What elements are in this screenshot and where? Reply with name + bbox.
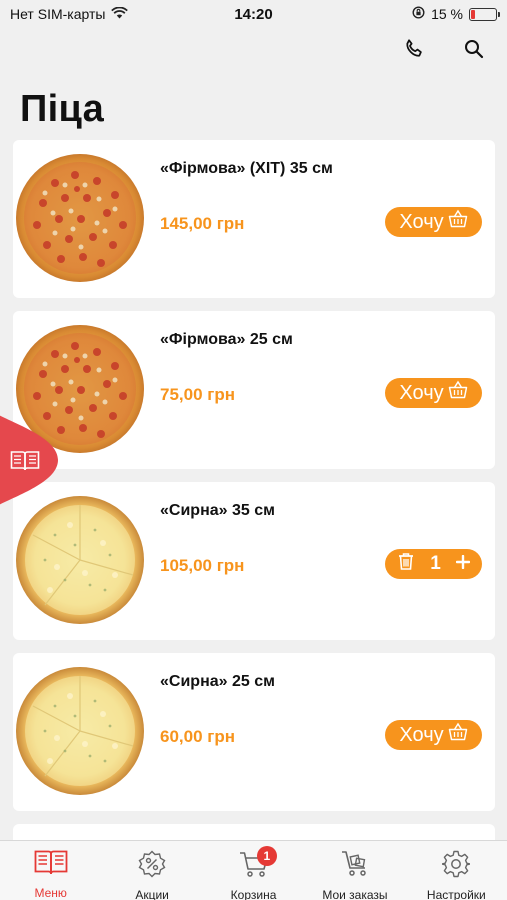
product-name: «Фірмова» (ХІТ) 35 см xyxy=(160,160,333,177)
cart-badge: 1 xyxy=(256,846,277,866)
product-price: 75,00 грн xyxy=(160,385,235,404)
quantity-stepper: 1 xyxy=(385,549,482,579)
product-card[interactable]: «Фірмова» 25 см 75,00 грн Хочу xyxy=(13,311,495,469)
tab-promotions[interactable]: Акции xyxy=(101,841,202,900)
want-button[interactable]: Хочу xyxy=(385,207,482,237)
phone-icon xyxy=(403,38,425,65)
status-bar: Нет SIM-карты 14:20 15 % xyxy=(0,0,507,30)
battery-level xyxy=(471,9,475,19)
battery-icon xyxy=(469,7,500,21)
want-button-label: Хочу xyxy=(399,210,444,233)
tab-label: Меню xyxy=(34,886,67,900)
basket-icon xyxy=(448,380,468,406)
tab-my-orders[interactable]: Мои заказы xyxy=(304,841,405,900)
product-list: «Фірмова» (ХІТ) 35 см 145,00 грн Хочу «Ф… xyxy=(13,140,495,877)
remove-button[interactable] xyxy=(397,551,415,577)
product-card[interactable]: «Сирна» 25 см 60,00 грн Хочу xyxy=(13,653,495,811)
product-name: «Фірмова» 25 см xyxy=(160,331,293,348)
quantity-value: 1 xyxy=(430,553,441,574)
product-card[interactable]: «Сирна» 35 см 105,00 грн 1 xyxy=(13,482,495,640)
search-button[interactable] xyxy=(461,38,487,64)
top-actions xyxy=(401,38,487,64)
status-right: 15 % xyxy=(412,6,500,22)
product-name: «Сирна» 25 см xyxy=(160,673,275,690)
tab-cart[interactable]: 1 Корзина xyxy=(203,841,304,900)
tab-label: Корзина xyxy=(230,888,277,900)
want-button-label: Хочу xyxy=(399,723,444,746)
pizza-image xyxy=(15,495,145,625)
want-button-label: Хочу xyxy=(399,381,444,404)
pizza-image xyxy=(15,153,145,283)
battery-percent: 15 % xyxy=(431,6,463,22)
want-button[interactable]: Хочу xyxy=(385,378,482,408)
product-price: 145,00 грн xyxy=(160,214,245,233)
tab-label: Акции xyxy=(135,888,169,900)
trash-icon xyxy=(397,551,415,577)
tab-settings[interactable]: Настройки xyxy=(406,841,507,900)
increase-button[interactable] xyxy=(455,553,471,575)
product-card[interactable]: «Фірмова» (ХІТ) 35 см 145,00 грн Хочу xyxy=(13,140,495,298)
product-name: «Сирна» 35 см xyxy=(160,502,275,519)
product-price: 105,00 грн xyxy=(160,556,245,575)
page-title: Піца xyxy=(20,88,105,130)
pizza-image xyxy=(15,666,145,796)
menu-book-icon xyxy=(34,850,68,881)
menu-book-icon xyxy=(10,450,40,477)
bottom-tab-bar: Меню Акции 1 Корзина Мои заказы Настройк… xyxy=(0,840,507,900)
gear-icon xyxy=(441,850,472,883)
search-icon xyxy=(464,39,484,64)
tab-menu[interactable]: Меню xyxy=(0,841,101,900)
category-menu-tab[interactable] xyxy=(0,408,60,512)
tab-label: Мои заказы xyxy=(322,888,388,900)
orientation-lock-icon xyxy=(412,6,425,22)
tab-label: Настройки xyxy=(426,888,486,900)
basket-icon xyxy=(448,722,468,748)
orders-cart-icon xyxy=(340,850,370,883)
plus-icon xyxy=(455,553,471,575)
phone-button[interactable] xyxy=(401,38,427,64)
product-price: 60,00 грн xyxy=(160,727,235,746)
discount-icon xyxy=(138,850,166,883)
basket-icon xyxy=(448,209,468,235)
want-button[interactable]: Хочу xyxy=(385,720,482,750)
